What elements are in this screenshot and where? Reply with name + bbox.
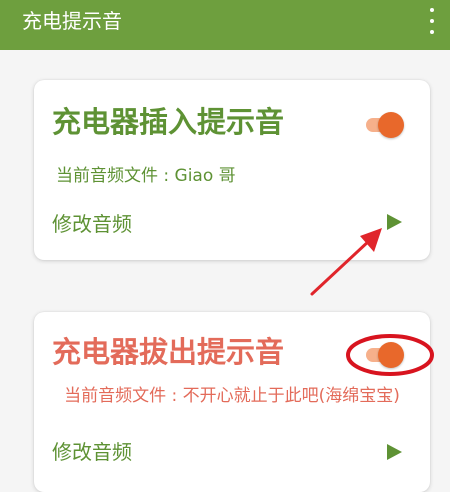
toggle-thumb (378, 112, 404, 138)
more-vert-icon[interactable] (428, 8, 436, 34)
plug-in-sound-toggle[interactable] (364, 112, 406, 138)
red-circle-annotation (346, 334, 434, 376)
edit-audio-button[interactable]: 修改音频 (52, 210, 132, 238)
card-title: 充电器插入提示音 (52, 105, 285, 139)
play-icon[interactable] (384, 442, 404, 462)
app-bar: 充电提示音 (0, 0, 450, 50)
current-audio-file-text: 当前音频文件 : 不开心就止于此吧(海绵宝宝) (64, 386, 400, 406)
current-audio-file: 当前音频文件 : Giao 哥 (56, 166, 236, 186)
card-title: 充电器拔出提示音 (52, 335, 285, 369)
current-audio-file: 当前音频文件 : 不开心就止于此吧(海绵宝宝) (48, 384, 416, 422)
edit-audio-button[interactable]: 修改音频 (52, 438, 132, 466)
red-arrow-annotation (310, 228, 382, 296)
app-title: 充电提示音 (22, 9, 122, 33)
